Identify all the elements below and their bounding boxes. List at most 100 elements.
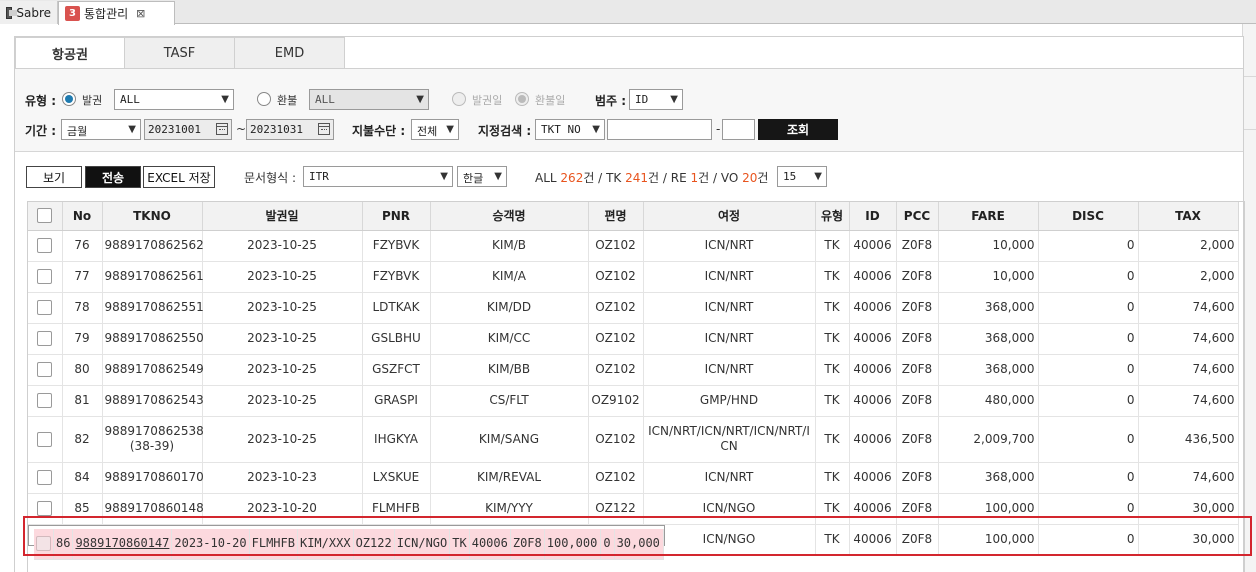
cell-tax-text: 74,600 [1192, 362, 1235, 376]
row-checkbox[interactable] [37, 393, 53, 408]
payment-label: 지불수단 : [352, 124, 406, 138]
column-header[interactable]: TKNO [102, 202, 203, 231]
vo-label: VO [720, 171, 739, 185]
column-header[interactable]: No [62, 202, 103, 231]
tab-tasf[interactable]: TASF [125, 37, 235, 69]
cell-tkno[interactable]: 9889170862543 [102, 385, 204, 417]
cell-pnr: LXSKUE [362, 462, 431, 494]
table-row[interactable]: 78 9889170862551 2023-10-25 LDTKAK KIM/DD OZ1… [28, 292, 1239, 324]
cell-tkno[interactable]: 9889170862549 [102, 354, 204, 386]
cell-id-text: 40006 [853, 532, 892, 547]
table-header: No TKNO 발권일 PNR 승객명 편명 여정 유형 ID PCC FARE… [28, 202, 1239, 231]
tab-integrated-management[interactable]: 3 통합관리 ⊠ [58, 1, 175, 25]
cell-tkno[interactable]: 9889170860147 [72, 528, 173, 560]
table-row[interactable]: 77 9889170862561 2023-10-25 FZYBVK KIM/A OZ10… [28, 261, 1239, 293]
cell-tkno[interactable]: 9889170862562 [102, 230, 204, 262]
select-all-header [28, 202, 63, 231]
row-checkbox[interactable] [37, 269, 53, 284]
close-icon[interactable]: ⊠ [136, 7, 145, 20]
cell-tkno[interactable]: 9889170860170 [102, 462, 204, 494]
send-button[interactable]: 전송 [85, 166, 141, 188]
tab-emd[interactable]: EMD [235, 37, 345, 69]
cell-fare: 368,000 [938, 323, 1039, 355]
calendar-icon[interactable] [318, 123, 330, 135]
cell-fare-text: 10,000 [992, 238, 1035, 252]
cell-type-text: TK [824, 300, 840, 314]
table-row[interactable]: 76 9889170862562 2023-10-25 FZYBVK KIM/B OZ10… [28, 230, 1239, 262]
payment-select[interactable]: 전체 ▼ [411, 119, 459, 140]
row-select-cell [28, 230, 63, 262]
column-header[interactable]: TAX [1138, 202, 1239, 231]
tab-sabre[interactable]: Sabre [0, 1, 58, 24]
row-checkbox[interactable] [37, 300, 53, 315]
scope-select[interactable]: ID ▼ [629, 89, 683, 110]
cell-pax-text: KIM/REVAL [476, 470, 542, 484]
cell-fare-text: 368,000 [984, 331, 1035, 345]
column-header[interactable]: 승객명 [430, 202, 589, 231]
cell-tkno[interactable]: 9889170862550 [102, 323, 204, 355]
excel-save-button[interactable]: EXCEL 저장 [143, 166, 215, 188]
cell-date-text: 2023-10-25 [247, 300, 317, 314]
cell-disc: 0 [1038, 524, 1139, 556]
table-row[interactable]: 86 9889170860147 2023-10-20 FLMHFB KIM/XXX OZ… [28, 524, 665, 560]
cell-itin-text: ICN/NRT [704, 362, 754, 376]
cell-tkno[interactable]: 9889170862551 [102, 292, 204, 324]
cell-pcc: Z0F8 [896, 323, 939, 355]
column-header[interactable]: 유형 [815, 202, 850, 231]
column-header[interactable]: ID [849, 202, 897, 231]
cell-date: 2023-10-25 [202, 354, 363, 386]
page-size-select[interactable]: 15 ▼ [777, 166, 827, 187]
row-checkbox[interactable] [37, 362, 53, 377]
cell-itin-text: ICN/NRT [704, 470, 754, 484]
search-input[interactable] [607, 119, 712, 140]
cell-pnr-text: FLMHFB [251, 536, 295, 551]
row-checkbox[interactable] [36, 536, 51, 552]
table-row[interactable]: 80 9889170862549 2023-10-25 GSZFCT KIM/BB OZ1… [28, 354, 1239, 386]
table-row[interactable]: 84 9889170860170 2023-10-23 LXSKUE KIM/REVAL… [28, 462, 1239, 494]
period-select[interactable]: 금월 ▼ [61, 119, 141, 140]
cell-type: TK [449, 528, 470, 560]
date-to-input[interactable]: 20231031 [246, 119, 334, 140]
row-checkbox[interactable] [37, 238, 53, 253]
cell-flt-text: OZ102 [595, 300, 636, 314]
cell-pnr-text: GSZFCT [372, 362, 420, 376]
issue-type-select[interactable]: ALL ▼ [114, 89, 234, 110]
refund-type-select[interactable]: ALL ▼ [309, 89, 429, 110]
column-header[interactable]: FARE [938, 202, 1039, 231]
column-header[interactable]: 발권일 [202, 202, 363, 231]
tab-airline-ticket[interactable]: 항공권 [15, 37, 125, 69]
view-button[interactable]: 보기 [26, 166, 82, 188]
date-from-input[interactable]: 20231001 [144, 119, 232, 140]
calendar-icon[interactable] [216, 123, 228, 135]
language-select[interactable]: 한글 ▼ [457, 166, 507, 187]
search-suffix-input[interactable] [722, 119, 755, 140]
column-header[interactable]: PNR [362, 202, 431, 231]
column-header[interactable]: 편명 [588, 202, 644, 231]
doc-format-select[interactable]: ITR ▼ [303, 166, 453, 187]
row-checkbox[interactable] [37, 470, 53, 485]
table-row[interactable]: 81 9889170862543 2023-10-25 GRASPI CS/FLT OZ9… [28, 385, 1239, 417]
row-checkbox[interactable] [37, 331, 53, 346]
all-unit: 건 / [583, 171, 603, 185]
column-header[interactable]: 여정 [643, 202, 816, 231]
refund-date-radio[interactable] [515, 92, 529, 106]
cell-tkno[interactable]: 9889170860148 [102, 493, 204, 525]
cell-type-text: TK [824, 431, 840, 446]
column-header[interactable]: PCC [896, 202, 939, 231]
cell-pnr: FLMHFB [362, 493, 431, 525]
search-button[interactable]: 조회 [758, 119, 838, 140]
select-all-checkbox[interactable] [37, 208, 53, 224]
search-field-select[interactable]: TKT NO ▼ [535, 119, 605, 140]
column-header[interactable]: DISC [1038, 202, 1139, 231]
table-row[interactable]: 82 9889170862538 (38-39) 2023-10-25 IHGKYA KI… [28, 416, 1239, 463]
table-row[interactable]: 79 9889170862550 2023-10-25 GSLBHU KIM/CC OZ1… [28, 323, 1239, 355]
issue-date-radio[interactable] [452, 92, 466, 106]
table-row[interactable]: 85 9889170860148 2023-10-20 FLMHFB KIM/YYY OZ… [28, 493, 1239, 525]
row-checkbox[interactable] [37, 431, 53, 447]
cell-tkno[interactable]: 9889170862538 (38-39) [102, 416, 204, 463]
cell-pax-text: KIM/YYY [485, 501, 533, 515]
refund-radio[interactable] [257, 92, 271, 106]
row-checkbox[interactable] [37, 501, 53, 516]
cell-tkno[interactable]: 9889170862561 [102, 261, 204, 293]
issue-radio[interactable] [62, 92, 76, 106]
